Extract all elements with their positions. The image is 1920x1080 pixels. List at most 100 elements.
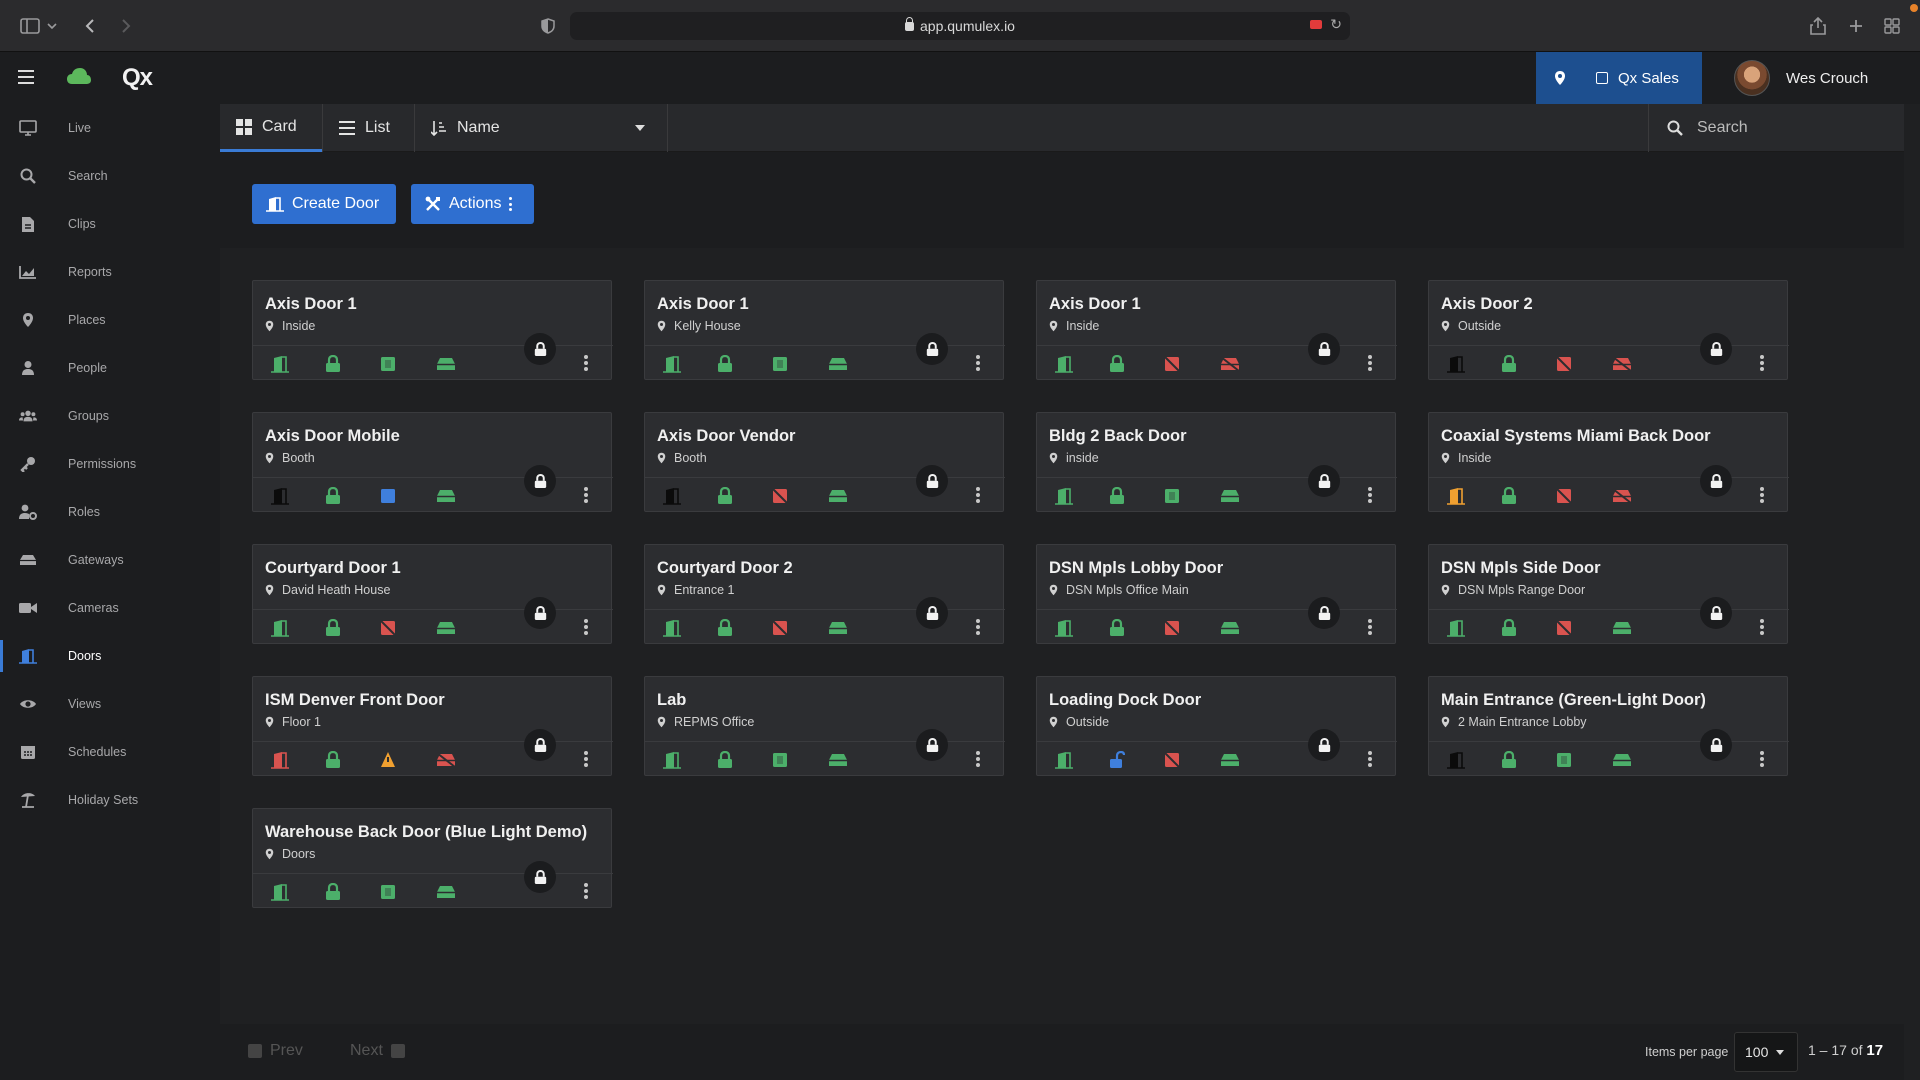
card-menu-kebab-icon[interactable] (584, 355, 588, 371)
door-card[interactable]: Axis Door 2 Outside (1428, 280, 1789, 380)
sidebar-item-roles[interactable]: Roles (0, 488, 220, 536)
lock-door-button[interactable] (1700, 729, 1732, 761)
card-menu-kebab-icon[interactable] (584, 619, 588, 635)
card-menu-kebab-icon[interactable] (1760, 355, 1764, 371)
location-pin-button[interactable] (1536, 52, 1584, 104)
key-icon (19, 455, 37, 473)
door-card[interactable]: Axis Door Vendor Booth (644, 412, 1005, 512)
sidebar-item-permissions[interactable]: Permissions (0, 440, 220, 488)
lock-door-button[interactable] (524, 729, 556, 761)
sidebar-item-doors[interactable]: Doors (0, 632, 220, 680)
list-view-button[interactable]: List (322, 104, 414, 152)
lock-door-button[interactable] (524, 333, 556, 365)
scrollbar[interactable] (1904, 104, 1920, 1080)
sidebar-toggle-icon[interactable] (18, 14, 42, 38)
door-status-icons (662, 487, 882, 505)
door-card[interactable]: Warehouse Back Door (Blue Light Demo) Doo… (252, 808, 613, 908)
sidebar-item-search[interactable]: Search (0, 152, 220, 200)
site-button[interactable]: Qx Sales (1584, 70, 1679, 87)
lock-door-button[interactable] (1308, 465, 1340, 497)
card-menu-kebab-icon[interactable] (584, 751, 588, 767)
door-card[interactable]: DSN Mpls Lobby Door DSN Mpls Office Main (1036, 544, 1397, 644)
share-icon[interactable] (1806, 14, 1830, 38)
lock-door-button[interactable] (1700, 597, 1732, 629)
door-card[interactable]: Loading Dock Door Outside (1036, 676, 1397, 776)
card-menu-kebab-icon[interactable] (976, 619, 980, 635)
card-menu-kebab-icon[interactable] (1760, 619, 1764, 635)
lock-door-button[interactable] (1308, 597, 1340, 629)
door-card[interactable]: Lab REPMS Office (644, 676, 1005, 776)
lock-door-button[interactable] (1308, 729, 1340, 761)
search-input[interactable]: Search (1648, 104, 1904, 152)
sidebar-item-reports[interactable]: Reports (0, 248, 220, 296)
sidebar-item-cameras[interactable]: Cameras (0, 584, 220, 632)
tab-overview-icon[interactable] (1880, 14, 1904, 38)
door-card[interactable]: Courtyard Door 1 David Heath House (252, 544, 613, 644)
sidebar-item-places[interactable]: Places (0, 296, 220, 344)
lock-door-button[interactable] (524, 465, 556, 497)
card-menu-kebab-icon[interactable] (584, 487, 588, 503)
back-arrow-icon[interactable] (78, 14, 102, 38)
door-card[interactable]: DSN Mpls Side Door DSN Mpls Range Door (1428, 544, 1789, 644)
items-per-page-select[interactable]: 100 (1734, 1032, 1798, 1072)
next-page-button[interactable]: Next (350, 1042, 405, 1060)
user-menu[interactable]: Wes Crouch (1734, 60, 1868, 96)
door-card[interactable]: Main Entrance (Green-Light Door) 2 Main E… (1428, 676, 1789, 776)
card-menu-kebab-icon[interactable] (976, 355, 980, 371)
camera-recording-icon[interactable] (1310, 20, 1322, 29)
door-card[interactable]: Axis Door 1 Inside (1036, 280, 1397, 380)
app-logo[interactable]: Qx (122, 64, 153, 92)
actions-button[interactable]: Actions (411, 184, 534, 224)
door-status-icons (662, 355, 882, 373)
sidebar-item-views[interactable]: Views (0, 680, 220, 728)
create-door-button[interactable]: Create Door (252, 184, 396, 224)
sidebar-item-live[interactable]: Live (0, 104, 220, 152)
lock-door-button[interactable] (524, 597, 556, 629)
card-menu-kebab-icon[interactable] (976, 751, 980, 767)
shield-icon[interactable] (536, 14, 560, 38)
prev-page-button[interactable]: Prev (248, 1042, 303, 1060)
sort-dropdown[interactable]: Name (414, 104, 668, 152)
card-menu-kebab-icon[interactable] (1760, 751, 1764, 767)
lock-door-button[interactable] (916, 597, 948, 629)
request-to-exit-icon (435, 355, 490, 373)
request-to-exit-icon (435, 751, 490, 769)
card-menu-kebab-icon[interactable] (584, 883, 588, 899)
door-card[interactable]: ISM Denver Front Door Floor 1 (252, 676, 613, 776)
door-card[interactable]: Axis Door Mobile Booth (252, 412, 613, 512)
sidebar-item-clips[interactable]: Clips (0, 200, 220, 248)
card-menu-kebab-icon[interactable] (1368, 487, 1372, 503)
lock-door-button[interactable] (916, 333, 948, 365)
lock-door-button[interactable] (916, 465, 948, 497)
card-menu-kebab-icon[interactable] (1760, 487, 1764, 503)
door-location: 2 Main Entrance Lobby (1441, 715, 1587, 729)
lock-icon (1710, 737, 1722, 752)
menu-icon[interactable] (18, 70, 34, 84)
card-menu-kebab-icon[interactable] (976, 487, 980, 503)
lock-door-button[interactable] (1308, 333, 1340, 365)
address-bar[interactable]: app.qumulex.io ↻ (570, 12, 1350, 40)
card-menu-kebab-icon[interactable] (1368, 619, 1372, 635)
sidebar-item-holiday-sets[interactable]: Holiday Sets (0, 776, 220, 824)
sidebar-item-groups[interactable]: Groups (0, 392, 220, 440)
lock-door-button[interactable] (524, 861, 556, 893)
card-menu-kebab-icon[interactable] (1368, 751, 1372, 767)
sidebar-item-people[interactable]: People (0, 344, 220, 392)
card-menu-kebab-icon[interactable] (1368, 355, 1372, 371)
new-tab-icon[interactable] (1844, 14, 1868, 38)
door-card[interactable]: Coaxial Systems Miami Back Door Inside (1428, 412, 1789, 512)
door-card[interactable]: Bldg 2 Back Door inside (1036, 412, 1397, 512)
sidebar-item-gateways[interactable]: Gateways (0, 536, 220, 584)
lock-door-button[interactable] (916, 729, 948, 761)
lock-door-button[interactable] (1700, 465, 1732, 497)
door-sensor-icon (380, 619, 435, 637)
sidebar-item-schedules[interactable]: Schedules (0, 728, 220, 776)
chevron-down-icon[interactable] (46, 14, 58, 38)
lock-door-button[interactable] (1700, 333, 1732, 365)
reload-icon[interactable]: ↻ (1330, 16, 1342, 33)
forward-arrow-icon[interactable] (114, 14, 138, 38)
door-card[interactable]: Axis Door 1 Kelly House (644, 280, 1005, 380)
card-view-button[interactable]: Card (220, 104, 322, 152)
door-card[interactable]: Courtyard Door 2 Entrance 1 (644, 544, 1005, 644)
door-card[interactable]: Axis Door 1 Inside (252, 280, 613, 380)
